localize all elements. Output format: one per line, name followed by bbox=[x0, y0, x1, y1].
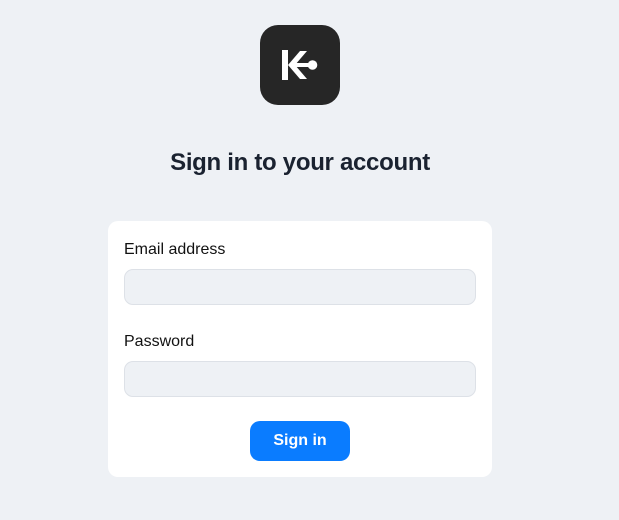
password-label: Password bbox=[124, 333, 195, 350]
page-title: Sign in to your account bbox=[170, 149, 430, 176]
email-field[interactable] bbox=[124, 269, 476, 305]
password-field[interactable] bbox=[124, 361, 476, 397]
sign-in-form: Email address Password Sign in bbox=[108, 221, 492, 477]
sign-in-button[interactable]: Sign in bbox=[250, 421, 350, 461]
app-logo bbox=[260, 25, 340, 105]
k-arrow-logo-icon bbox=[282, 50, 318, 80]
email-label: Email address bbox=[124, 241, 226, 258]
